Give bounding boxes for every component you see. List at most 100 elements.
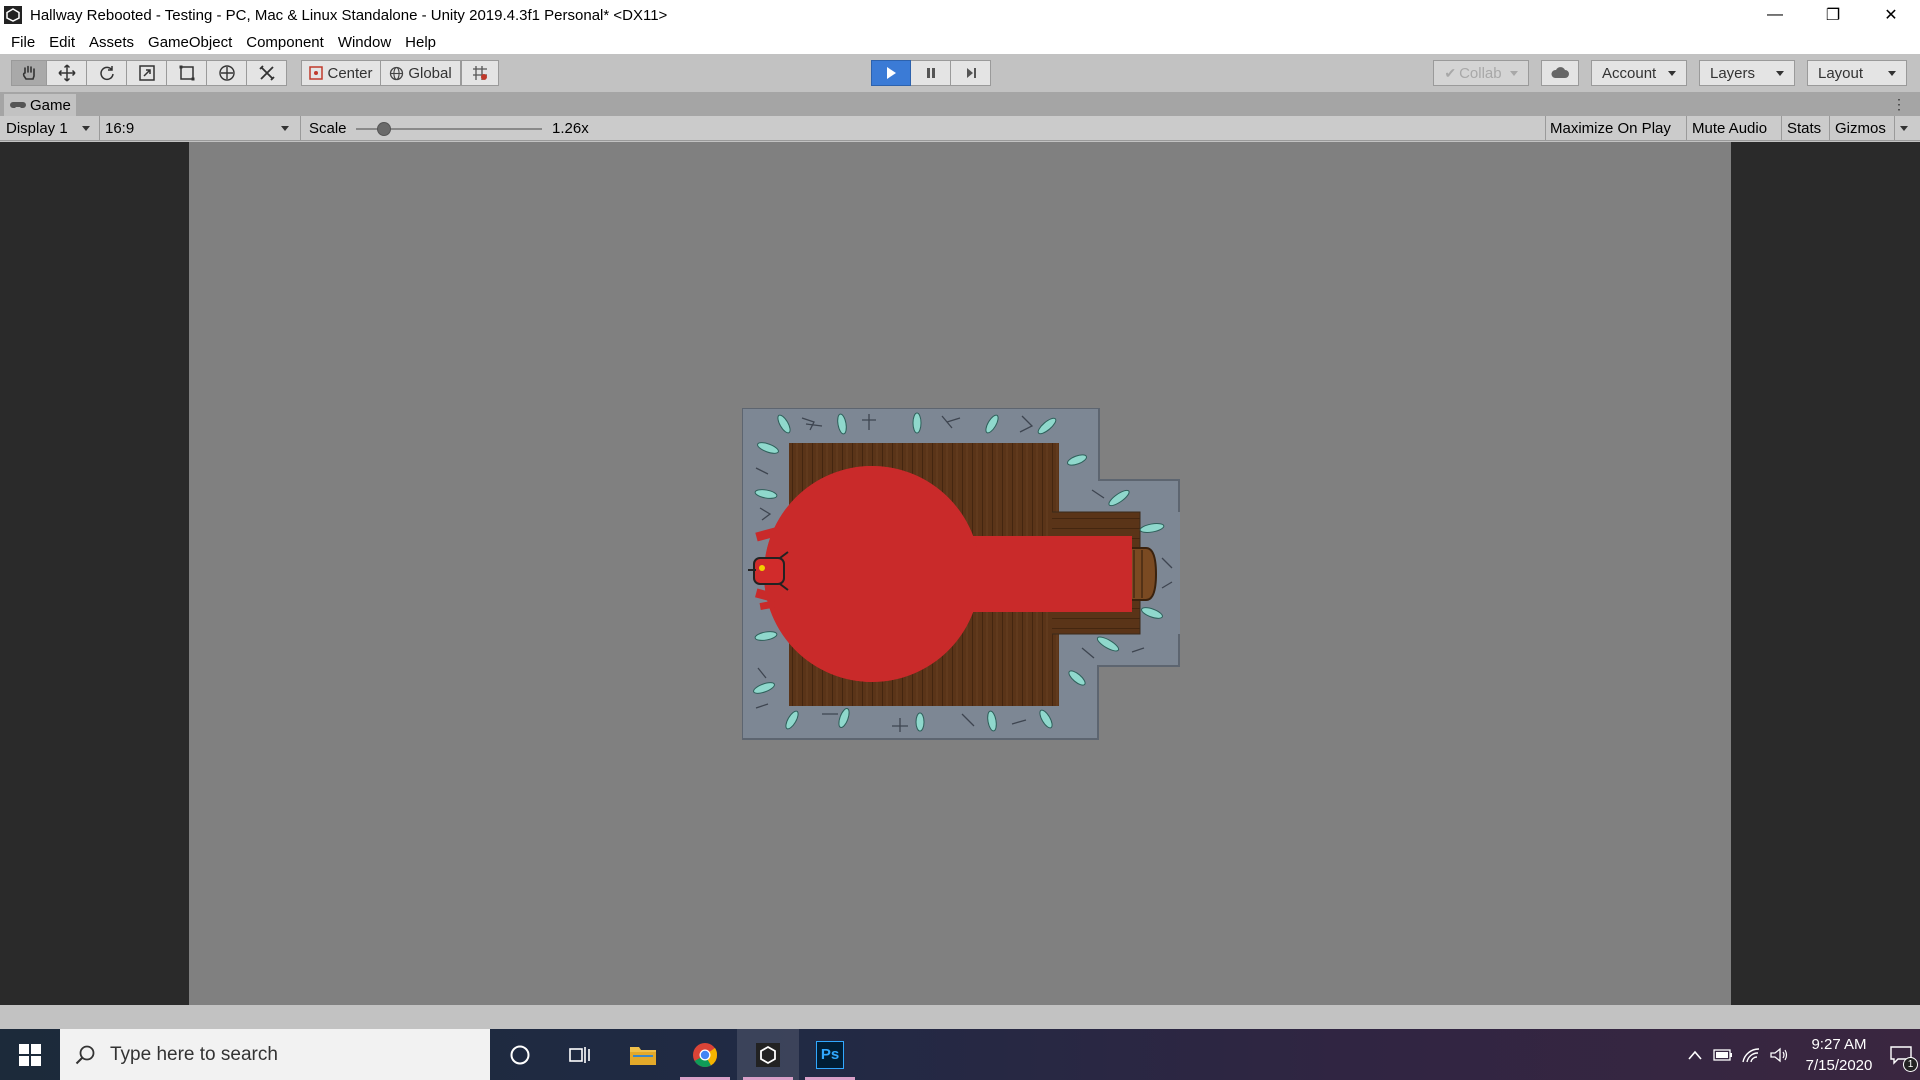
grid-snap-group — [461, 60, 499, 86]
file-explorer-button[interactable] — [612, 1029, 674, 1080]
unity-icon — [756, 1042, 780, 1067]
menu-window[interactable]: Window — [331, 34, 398, 51]
step-button[interactable] — [951, 60, 991, 86]
pivot-center-label: Center — [327, 64, 373, 82]
menu-assets[interactable]: Assets — [82, 34, 141, 51]
tab-game-label: Game — [30, 96, 71, 114]
show-hidden-icons-button[interactable] — [1684, 1044, 1706, 1066]
task-view-icon — [569, 1046, 590, 1063]
game-viewport[interactable] — [189, 142, 1731, 1005]
play-button[interactable] — [871, 60, 911, 86]
window-title: Hallway Rebooted - Testing - PC, Mac & L… — [30, 6, 668, 24]
playback-controls — [871, 60, 991, 86]
scale-tool-button[interactable] — [127, 60, 167, 86]
play-icon — [887, 67, 896, 79]
mute-audio-toggle[interactable]: Mute Audio — [1692, 116, 1767, 141]
battery-button[interactable] — [1712, 1044, 1734, 1066]
collab-label: Collab — [1459, 64, 1502, 82]
menu-help[interactable]: Help — [398, 34, 443, 51]
divider — [1545, 116, 1546, 141]
menu-bar: File Edit Assets GameObject Component Wi… — [0, 30, 1920, 54]
minimize-button[interactable]: — — [1746, 0, 1804, 30]
globe-icon — [390, 66, 404, 80]
pivot-icon — [309, 66, 324, 80]
menu-gameobject[interactable]: GameObject — [141, 34, 239, 51]
pause-icon — [926, 68, 935, 78]
chevron-down-icon — [82, 126, 90, 131]
start-button[interactable] — [0, 1029, 60, 1080]
account-group: Account — [1591, 60, 1687, 86]
gizmos-toggle[interactable]: Gizmos — [1835, 116, 1886, 141]
action-center-button[interactable]: 1 — [1888, 1044, 1918, 1072]
cloud-icon — [1551, 67, 1569, 78]
grid-snap-button[interactable] — [461, 60, 499, 86]
cloud-group — [1541, 60, 1579, 86]
rect-tool-button[interactable] — [167, 60, 207, 86]
chrome-icon — [693, 1042, 718, 1067]
folder-icon — [630, 1046, 656, 1065]
taskbar-clock[interactable]: 9:27 AM 7/15/2020 — [1794, 1034, 1884, 1076]
layers-group: Layers — [1699, 60, 1795, 86]
step-icon — [966, 68, 976, 78]
menu-file[interactable]: File — [4, 34, 42, 51]
divider — [1781, 116, 1782, 141]
gizmos-dropdown[interactable] — [1900, 116, 1908, 141]
display-label: Display 1 — [6, 120, 68, 137]
layout-dropdown[interactable]: Layout — [1807, 60, 1907, 86]
menu-component[interactable]: Component — [239, 34, 331, 51]
gamepad-icon — [10, 102, 26, 108]
scale-icon — [138, 65, 155, 81]
close-button[interactable]: ✕ — [1862, 0, 1920, 30]
unity-taskbar-button[interactable] — [737, 1029, 799, 1080]
title-bar: Hallway Rebooted - Testing - PC, Mac & L… — [0, 0, 1920, 30]
network-button[interactable] — [1740, 1044, 1762, 1066]
taskbar-search[interactable]: Type here to search — [60, 1029, 490, 1080]
move-tool-button[interactable] — [47, 60, 87, 86]
clock-date: 7/15/2020 — [1805, 1057, 1873, 1074]
tab-menu-icon[interactable]: ⋮ — [1892, 96, 1906, 113]
divider — [300, 116, 301, 141]
divider — [1894, 116, 1895, 141]
windows-icon — [19, 1043, 41, 1066]
menu-edit[interactable]: Edit — [42, 34, 82, 51]
divider — [1829, 116, 1830, 141]
stats-toggle[interactable]: Stats — [1787, 116, 1821, 141]
cortana-icon — [510, 1045, 530, 1064]
notification-count: 1 — [1903, 1057, 1918, 1072]
layers-dropdown[interactable]: Layers — [1699, 60, 1795, 86]
maximize-on-play-toggle[interactable]: Maximize On Play — [1550, 116, 1671, 141]
grid-snap-icon — [473, 66, 487, 80]
pivot-center-button[interactable]: Center — [301, 60, 381, 86]
pause-button[interactable] — [911, 60, 951, 86]
speaker-icon — [1770, 1047, 1788, 1063]
scale-slider-thumb[interactable] — [377, 122, 391, 136]
photoshop-button[interactable]: Ps — [799, 1029, 861, 1080]
search-placeholder: Type here to search — [110, 1043, 278, 1065]
transform-icon — [218, 65, 235, 81]
hand-tool-button[interactable] — [11, 60, 47, 86]
game-view — [0, 142, 1920, 1005]
game-scene — [742, 408, 1180, 740]
display-dropdown[interactable]: Display 1 — [6, 116, 96, 141]
chevron-down-icon — [1900, 126, 1908, 131]
clock-time: 9:27 AM — [1811, 1036, 1867, 1053]
cortana-button[interactable] — [489, 1029, 551, 1080]
chrome-button[interactable] — [674, 1029, 736, 1080]
layout-group: Layout — [1807, 60, 1907, 86]
custom-tool-button[interactable] — [247, 60, 287, 86]
chevron-down-icon — [1509, 70, 1518, 76]
chevron-down-icon — [1888, 70, 1896, 76]
collab-button[interactable]: ✔ Collab — [1433, 60, 1529, 86]
chevron-up-icon — [1688, 1050, 1702, 1060]
cloud-button[interactable] — [1541, 60, 1579, 86]
rotate-tool-button[interactable] — [87, 60, 127, 86]
task-view-button[interactable] — [549, 1029, 611, 1080]
transform-tool-button[interactable] — [207, 60, 247, 86]
pivot-global-button[interactable]: Global — [381, 60, 461, 86]
aspect-dropdown[interactable]: 16:9 — [105, 116, 295, 141]
volume-button[interactable] — [1768, 1044, 1790, 1066]
transform-tools — [11, 60, 287, 86]
account-dropdown[interactable]: Account — [1591, 60, 1687, 86]
restore-button[interactable]: ❐ — [1804, 0, 1862, 30]
tab-game[interactable]: Game — [4, 94, 76, 116]
